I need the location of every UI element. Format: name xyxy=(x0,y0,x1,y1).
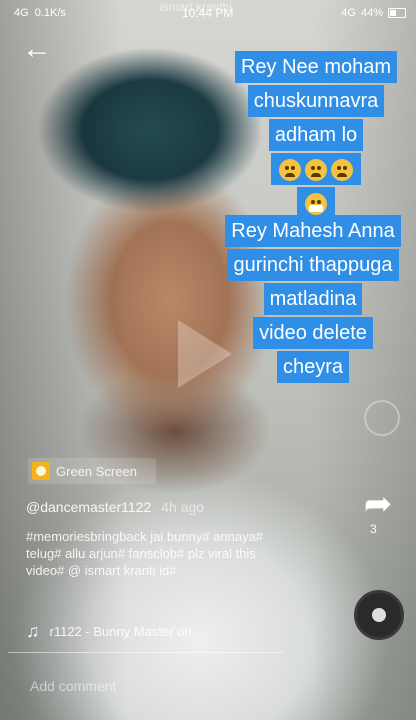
caption-block-2: Rey Mahesh Anna gurinchi thappuga matlad… xyxy=(214,214,412,384)
status-left: 4G 0.1K/s xyxy=(14,7,66,19)
music-note-icon: ♫ xyxy=(26,621,40,641)
music-info[interactable]: ♫ r1122 - Bunny Master ori xyxy=(26,621,192,642)
caption-line: video delete xyxy=(253,317,373,349)
network-speed: 0.1K/s xyxy=(34,7,66,19)
caption-line: chuskunnavra xyxy=(247,85,385,117)
effect-label: Green Screen xyxy=(56,463,137,479)
caption-line: cheyra xyxy=(276,351,350,383)
caption-line: Rey Nee moham xyxy=(234,51,398,83)
status-time: 10:44 PM xyxy=(182,6,234,20)
share-icon[interactable]: ➦ xyxy=(358,484,398,524)
caption-line: Rey Mahesh Anna xyxy=(225,215,401,247)
video-screen: ismart kranthi 4G 0.1K/s 10:44 PM 4G 44%… xyxy=(0,0,416,720)
back-arrow-icon[interactable]: ← xyxy=(22,34,56,68)
divider xyxy=(8,652,284,653)
lte-indicator: 4G xyxy=(341,7,356,19)
video-description: #memoriesbringback jai bunny# annaya# te… xyxy=(26,529,264,578)
caption-line: adham lo xyxy=(268,119,364,151)
author-name[interactable]: @dancemaster1122 xyxy=(26,499,151,515)
play-icon[interactable] xyxy=(178,320,232,388)
worried-face-icon xyxy=(279,158,301,181)
caption-line: matladina xyxy=(263,283,363,315)
music-title: r1122 - Bunny Master ori xyxy=(49,624,192,639)
author-line: @dancemaster1122 4h ago xyxy=(26,499,204,515)
caption-line: gurinchi thappuga xyxy=(227,249,399,281)
mask-face-icon xyxy=(305,192,327,215)
comment-input[interactable]: Add comment xyxy=(30,678,116,694)
emoji-row xyxy=(271,153,361,185)
share-count: 3 xyxy=(370,522,377,536)
caption-block-1: Rey Nee moham chuskunnavra adham lo xyxy=(224,50,408,220)
status-right: 4G 44% xyxy=(341,7,406,19)
battery-icon xyxy=(388,8,406,18)
battery-percent: 44% xyxy=(360,7,383,19)
worried-face-icon xyxy=(305,158,327,181)
worried-face-icon xyxy=(331,158,353,181)
status-bar: ismart kranthi 4G 0.1K/s 10:44 PM 4G 44% xyxy=(0,0,416,28)
music-disc-icon[interactable] xyxy=(354,590,404,640)
green-screen-icon xyxy=(32,462,50,480)
effect-tag[interactable]: Green Screen xyxy=(28,458,156,484)
like-icon[interactable] xyxy=(364,400,400,436)
network-indicator: 4G xyxy=(14,7,29,19)
time-ago: 4h ago xyxy=(161,499,205,515)
